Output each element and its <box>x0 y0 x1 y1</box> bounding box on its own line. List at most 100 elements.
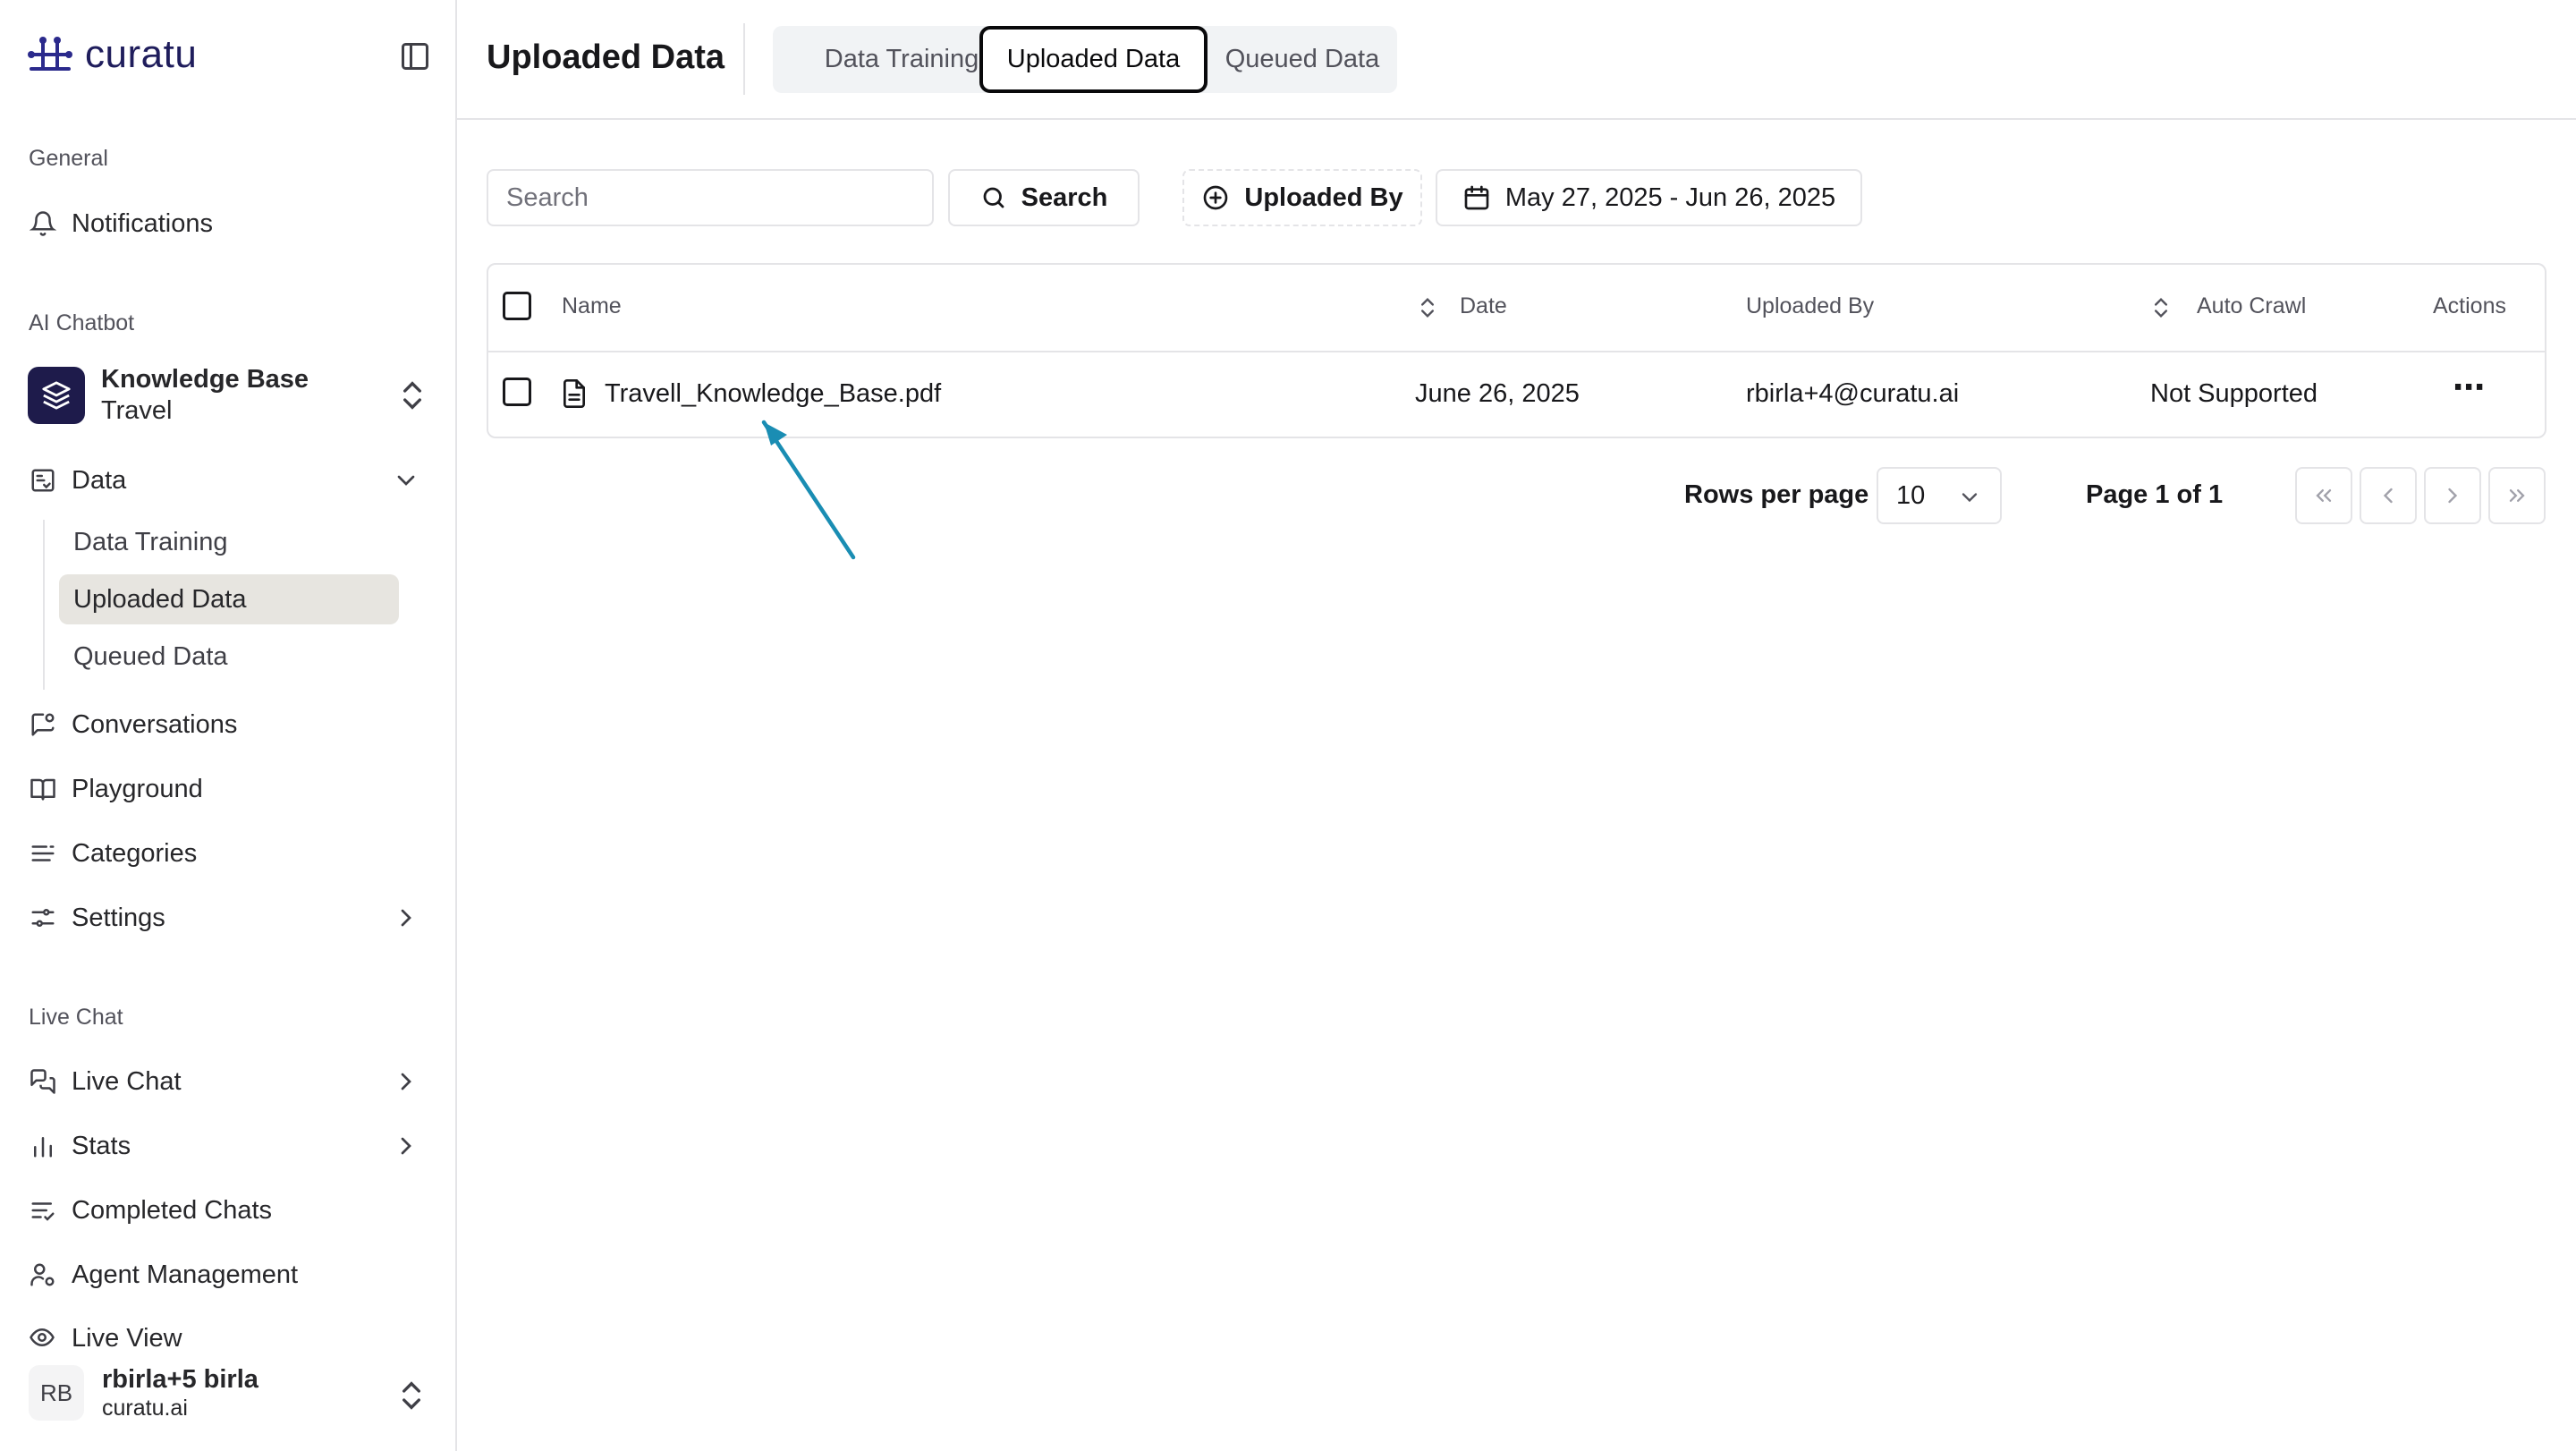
page-title: Uploaded Data <box>487 38 725 76</box>
chevrons-left-icon <box>2316 489 2332 502</box>
chevron-down-icon <box>1957 485 1982 510</box>
knowledge-base-title: Knowledge Base <box>101 365 309 394</box>
chevron-down-icon <box>392 466 420 495</box>
sort-icon[interactable] <box>2148 292 2174 324</box>
app: curatu General Notifications AI Chatbot <box>0 0 2576 1451</box>
sidebar-item-label: Live View <box>72 1324 182 1349</box>
sidebar-item-playground[interactable]: Playground <box>29 766 429 812</box>
date-range-picker[interactable]: May 27, 2025 - Jun 26, 2025 <box>1436 169 1862 226</box>
row-date: June 26, 2025 <box>1415 379 1580 408</box>
plus-circle-icon <box>1201 183 1230 212</box>
messages-icon <box>29 1067 57 1096</box>
list-icon <box>29 839 57 868</box>
row-auto-crawl: Not Supported <box>2150 379 2318 408</box>
sidebar: curatu General Notifications AI Chatbot <box>0 0 457 1451</box>
sidebar-item-settings[interactable]: Settings <box>29 895 429 941</box>
knowledge-base-subtitle: Travel <box>101 396 173 425</box>
sidebar-item-categories[interactable]: Categories <box>29 830 429 877</box>
row-uploaded-by: rbirla+4@curatu.ai <box>1746 379 1960 408</box>
top-bar: Uploaded Data Data Training Uploaded Dat… <box>457 0 2576 120</box>
search-input[interactable] <box>487 169 934 226</box>
sidebar-item-agent-management[interactable]: Agent Management <box>29 1252 429 1298</box>
sidebar-subitem-queued-data[interactable]: Queued Data <box>59 632 399 682</box>
calendar-icon <box>1462 183 1491 212</box>
message-square-icon <box>29 710 57 739</box>
sidebar-toggle-button[interactable] <box>399 40 435 76</box>
chevron-right-icon <box>392 1132 420 1160</box>
logo-text: curatu <box>85 32 198 76</box>
sidebar-item-stats[interactable]: Stats <box>29 1123 429 1169</box>
knowledge-base-switcher[interactable]: Knowledge Base Travel <box>28 363 430 428</box>
sidebar-subitem-uploaded-data[interactable]: Uploaded Data <box>59 574 399 624</box>
file-name-link[interactable]: Travell_Knowledge_Base.pdf <box>605 379 941 409</box>
user-org: curatu.ai <box>102 1396 188 1421</box>
tab-queued-data[interactable]: Queued Data <box>1216 26 1388 93</box>
bar-chart-icon <box>29 1132 57 1160</box>
sidebar-item-live-chat[interactable]: Live Chat <box>29 1058 429 1105</box>
rows-per-page-value: 10 <box>1896 480 1926 510</box>
subnav-line <box>43 520 45 690</box>
avatar: RB <box>29 1365 84 1421</box>
column-header-auto-crawl[interactable]: Auto Crawl <box>2197 293 2306 319</box>
user-menu[interactable]: RB rbirla+5 birla curatu.ai <box>29 1360 429 1426</box>
chevron-right-icon <box>2448 488 2458 504</box>
sidebar-item-conversations[interactable]: Conversations <box>29 701 429 748</box>
chevron-right-icon <box>392 1067 420 1096</box>
row-actions-button[interactable]: ⋯ <box>2453 369 2485 406</box>
user-name: rbirla+5 birla <box>102 1365 258 1394</box>
panel-left-icon <box>402 43 428 70</box>
previous-page-button[interactable] <box>2360 467 2417 524</box>
sidebar-item-completed-chats[interactable]: Completed Chats <box>29 1187 429 1234</box>
section-label-live-chat: Live Chat <box>29 1005 123 1030</box>
sidebar-item-notifications[interactable]: Notifications <box>29 200 429 247</box>
search-icon <box>980 184 1007 211</box>
chevrons-right-icon <box>2509 489 2525 502</box>
rows-per-page-label: Rows per page <box>1684 480 1869 509</box>
title-divider <box>743 23 745 95</box>
list-checks-icon <box>29 1196 57 1225</box>
logo[interactable]: curatu <box>28 32 197 77</box>
search-button-label: Search <box>1021 182 1108 212</box>
rows-per-page-select[interactable]: 10 <box>1877 467 2002 524</box>
curatu-logo-icon <box>28 35 72 74</box>
column-header-date[interactable]: Date <box>1460 293 1507 319</box>
search-button[interactable]: Search <box>948 169 1140 226</box>
sidebar-item-label: Agent Management <box>72 1260 299 1289</box>
chevron-right-icon <box>392 904 420 932</box>
sort-icon[interactable] <box>1415 292 1440 324</box>
layers-icon <box>28 367 85 424</box>
sidebar-item-label: Settings <box>72 903 165 932</box>
sidebar-item-data[interactable]: Data <box>29 457 429 504</box>
sidebar-item-label: Data <box>72 465 127 495</box>
select-all-checkbox[interactable] <box>503 292 531 320</box>
column-header-name[interactable]: Name <box>562 293 622 319</box>
bell-icon <box>29 209 57 238</box>
sidebar-item-label: Categories <box>72 838 198 868</box>
next-page-button[interactable] <box>2424 467 2481 524</box>
sidebar-item-label: Conversations <box>72 709 238 739</box>
column-header-actions: Actions <box>2433 293 2506 318</box>
date-range-label: May 27, 2025 - Jun 26, 2025 <box>1504 182 1836 212</box>
table-header: Name Date Uploaded By Auto Crawl Actions <box>488 265 2545 352</box>
uploaded-by-filter-button[interactable]: Uploaded By <box>1182 169 1422 226</box>
uploaded-by-filter-label: Uploaded By <box>1244 182 1403 212</box>
chevrons-up-down-icon <box>394 1378 429 1413</box>
chevron-left-icon <box>2383 488 2393 504</box>
annotation-arrow-icon <box>761 420 856 560</box>
sidebar-item-live-view[interactable]: Live View <box>29 1324 429 1349</box>
book-open-icon <box>29 775 57 803</box>
last-page-button[interactable] <box>2488 467 2546 524</box>
first-page-button[interactable] <box>2295 467 2352 524</box>
section-label-ai-chatbot: AI Chatbot <box>29 310 135 335</box>
tab-group: Data Training Uploaded Data Queued Data <box>773 26 1397 93</box>
file-box-icon <box>29 466 57 495</box>
file-text-icon <box>560 378 589 410</box>
column-header-uploaded-by[interactable]: Uploaded By <box>1746 293 1874 319</box>
sidebar-item-label: Completed Chats <box>72 1195 273 1225</box>
eye-icon <box>29 1324 57 1349</box>
sidebar-subitem-data-training[interactable]: Data Training <box>59 517 399 567</box>
row-checkbox[interactable] <box>503 378 531 406</box>
sidebar-item-label: Stats <box>72 1131 131 1160</box>
chevrons-up-down-icon <box>394 378 430 413</box>
tab-uploaded-data[interactable]: Uploaded Data <box>979 26 1208 93</box>
